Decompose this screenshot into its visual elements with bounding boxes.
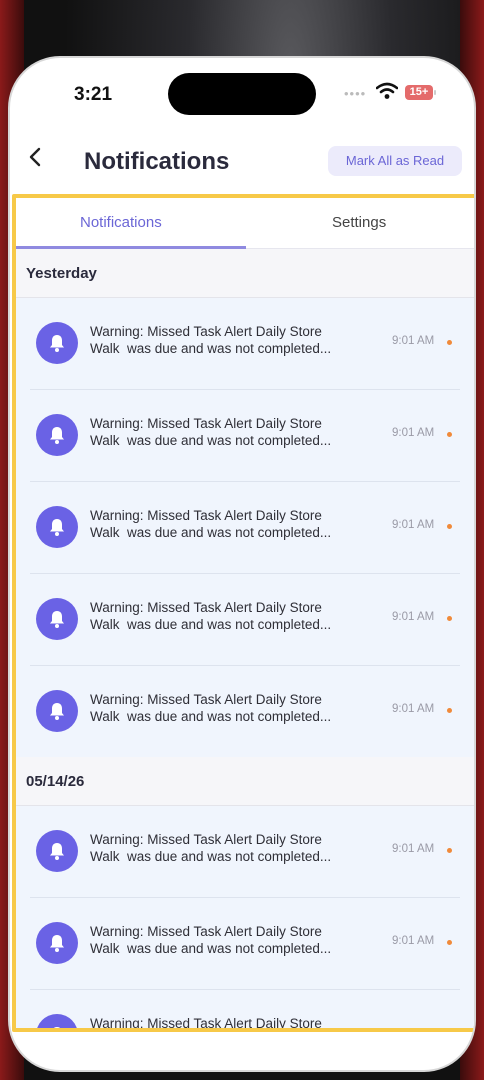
- notification-line-1: Warning: Missed Task Alert Daily Store: [90, 508, 322, 523]
- notification-line-2: Walk was due and was not completed...: [90, 941, 332, 956]
- bell-icon: [36, 690, 78, 732]
- battery-icon: 15+: [405, 85, 436, 100]
- notification-message: Warning: Missed Task Alert Daily Store W…: [90, 323, 370, 357]
- dynamic-island: [168, 73, 316, 115]
- notification-line-1: Warning: Missed Task Alert Daily Store: [90, 832, 322, 847]
- notification-item[interactable]: Warning: Missed Task Alert Daily Store: [30, 990, 460, 1031]
- phone-screen: 3:21 •••• 15+ Notifications Mark All as …: [10, 58, 474, 1070]
- status-time: 3:21: [74, 84, 113, 105]
- bell-icon: [36, 598, 78, 640]
- section-header: Yesterday: [16, 249, 474, 298]
- notification-message: Warning: Missed Task Alert Daily Store W…: [90, 415, 370, 449]
- bell-icon: [36, 922, 78, 964]
- content-panel: Notifications Settings Yesterday Warning:…: [12, 194, 474, 1032]
- notification-item[interactable]: Warning: Missed Task Alert Daily Store W…: [30, 390, 460, 482]
- bell-icon: [36, 506, 78, 548]
- notification-message: Warning: Missed Task Alert Daily Store W…: [90, 691, 370, 725]
- notification-time: 9:01 AM: [392, 519, 435, 531]
- page-title: Notifications: [84, 148, 230, 175]
- bell-icon: [36, 322, 78, 364]
- notification-list: Warning: Missed Task Alert Daily Store W…: [16, 806, 474, 1031]
- notification-time: 9:01 AM: [392, 703, 435, 715]
- signal-icon: ••••: [344, 86, 367, 101]
- notification-message: Warning: Missed Task Alert Daily Store W…: [90, 923, 370, 957]
- notification-line-1: Warning: Missed Task Alert Daily Store: [90, 692, 322, 707]
- notification-message: Warning: Missed Task Alert Daily Store W…: [90, 831, 370, 865]
- wifi-icon: [375, 82, 399, 105]
- bell-icon: [36, 414, 78, 456]
- notification-time: 9:01 AM: [392, 427, 435, 439]
- notification-item[interactable]: Warning: Missed Task Alert Daily Store W…: [30, 298, 460, 390]
- notification-line-2: Walk was due and was not completed...: [90, 709, 332, 724]
- notification-line-1: Warning: Missed Task Alert Daily Store: [90, 600, 322, 615]
- notification-line-1: Warning: Missed Task Alert Daily Store: [90, 416, 322, 431]
- app-header: Notifications Mark All as Read: [10, 138, 474, 188]
- notification-line-2: Walk was due and was not completed...: [90, 433, 332, 448]
- notification-item[interactable]: Warning: Missed Task Alert Daily Store W…: [30, 898, 460, 990]
- notification-line-2: Walk was due and was not completed...: [90, 617, 332, 632]
- notification-time: 9:01 AM: [392, 935, 435, 947]
- section-header: 05/14/26: [16, 757, 474, 806]
- chevron-left-icon[interactable]: [28, 146, 42, 175]
- tab-notifications[interactable]: Notifications: [80, 214, 162, 231]
- active-tab-indicator: [16, 246, 246, 249]
- status-bar: 3:21 •••• 15+: [10, 58, 474, 128]
- notification-time: 9:01 AM: [392, 611, 435, 623]
- mark-all-read-button[interactable]: Mark All as Read: [328, 146, 462, 176]
- notification-line-1: Warning: Missed Task Alert Daily Store: [90, 324, 322, 339]
- notification-item[interactable]: Warning: Missed Task Alert Daily Store W…: [30, 482, 460, 574]
- unread-dot: [447, 708, 452, 713]
- notification-message: Warning: Missed Task Alert Daily Store W…: [90, 599, 370, 633]
- notification-list: Warning: Missed Task Alert Daily Store W…: [16, 298, 474, 757]
- notification-line-2: Walk was due and was not completed...: [90, 849, 332, 864]
- notification-line-2: Walk was due and was not completed...: [90, 341, 332, 356]
- unread-dot: [447, 524, 452, 529]
- unread-dot: [447, 940, 452, 945]
- notification-item[interactable]: Warning: Missed Task Alert Daily Store W…: [30, 666, 460, 757]
- bell-icon: [36, 830, 78, 872]
- unread-dot: [447, 616, 452, 621]
- notification-line-1: Warning: Missed Task Alert Daily Store: [90, 1016, 322, 1031]
- notification-item[interactable]: Warning: Missed Task Alert Daily Store W…: [30, 806, 460, 898]
- notification-sections: Yesterday Warning: Missed Task Alert Dail…: [16, 249, 474, 1031]
- notification-message: Warning: Missed Task Alert Daily Store W…: [90, 507, 370, 541]
- notification-time: 9:01 AM: [392, 843, 435, 855]
- tab-settings[interactable]: Settings: [332, 214, 386, 231]
- notification-line-1: Warning: Missed Task Alert Daily Store: [90, 924, 322, 939]
- notification-item[interactable]: Warning: Missed Task Alert Daily Store W…: [30, 574, 460, 666]
- unread-dot: [447, 432, 452, 437]
- tab-bar: Notifications Settings: [16, 198, 474, 249]
- bell-icon: [36, 1014, 78, 1028]
- unread-dot: [447, 340, 452, 345]
- notification-time: 9:01 AM: [392, 335, 435, 347]
- notification-line-2: Walk was due and was not completed...: [90, 525, 332, 540]
- notification-message: Warning: Missed Task Alert Daily Store: [90, 1015, 370, 1031]
- unread-dot: [447, 848, 452, 853]
